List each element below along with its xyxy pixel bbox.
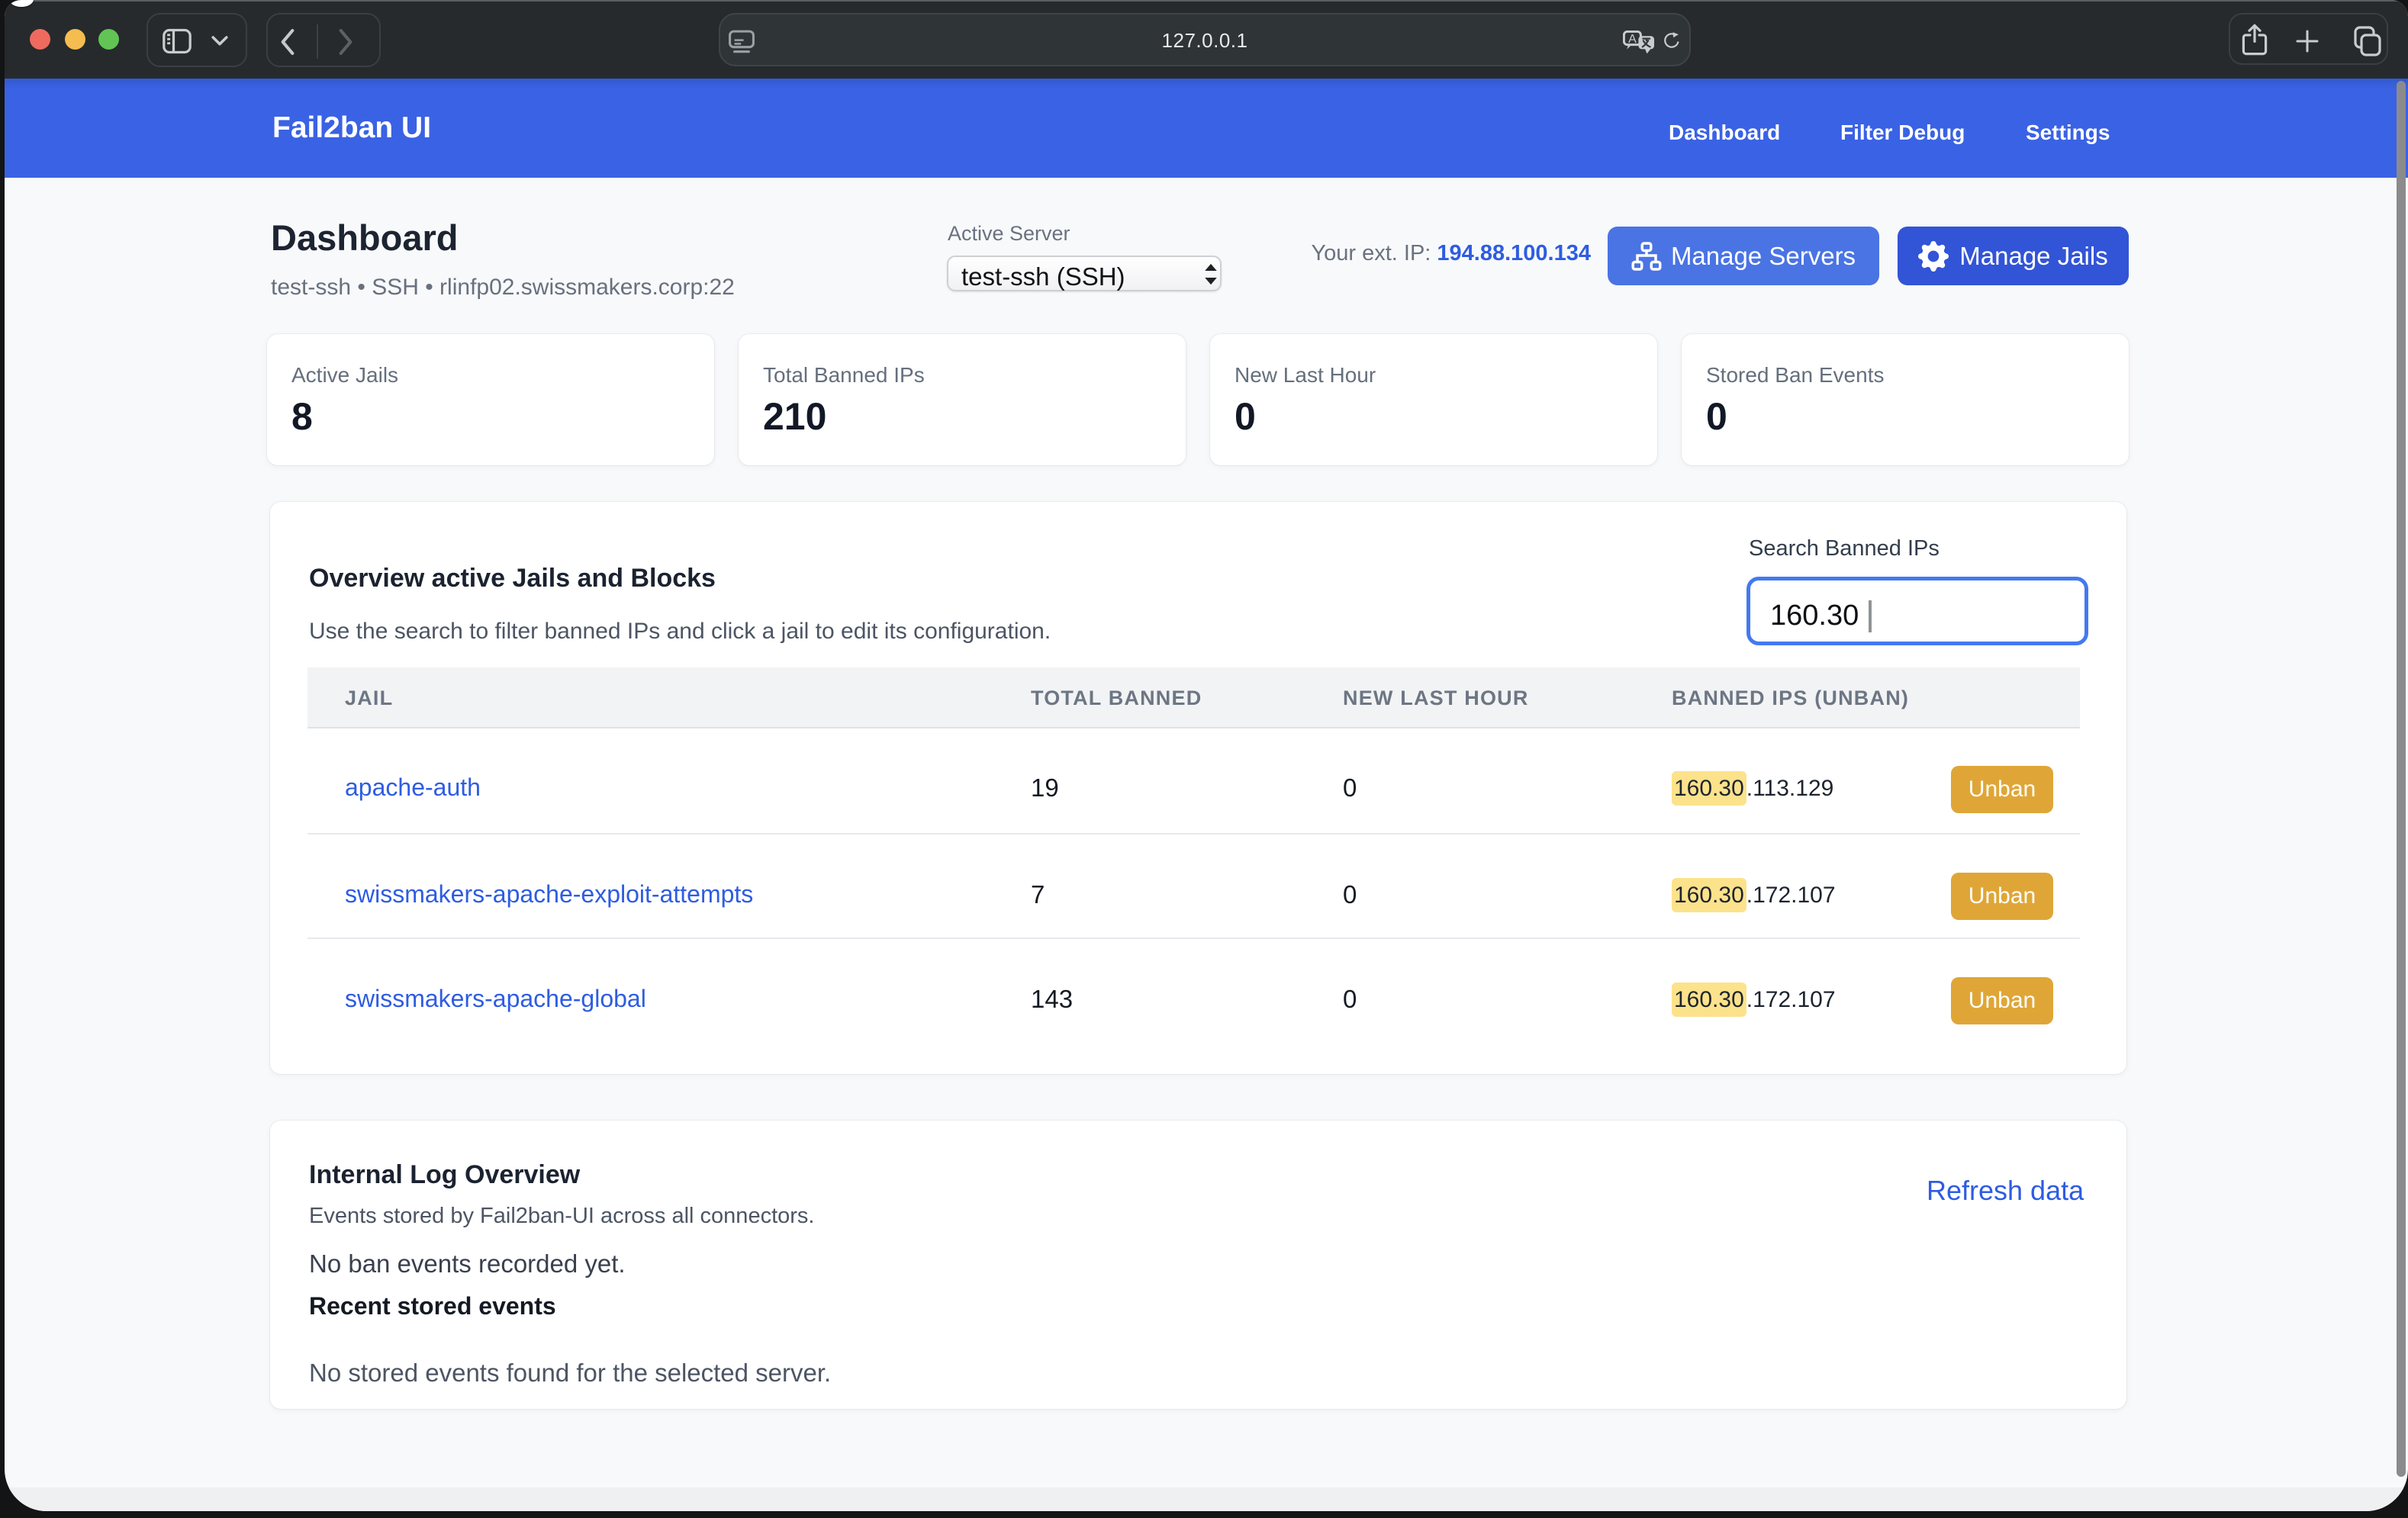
svg-text:A: A: [1628, 33, 1637, 46]
